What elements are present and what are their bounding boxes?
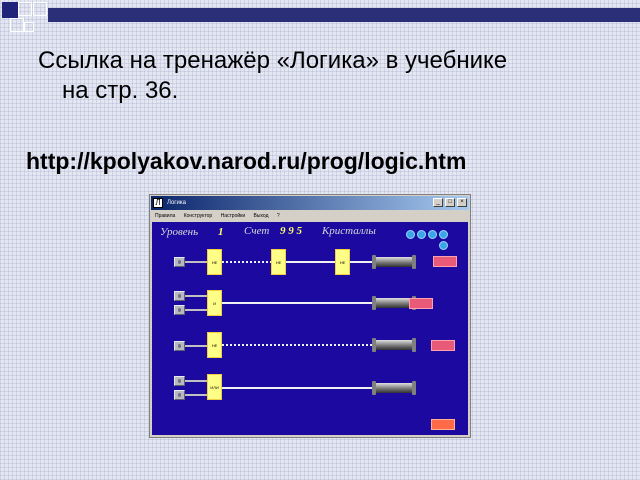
lamp-connector bbox=[372, 338, 416, 352]
deco-square-outline bbox=[33, 2, 47, 16]
input-switch[interactable] bbox=[174, 257, 185, 267]
level-label: Уровень bbox=[160, 226, 199, 238]
wire bbox=[286, 261, 335, 263]
slide-bullet-text: Ссылка на тренажёр «Логика» в учебнике н… bbox=[38, 46, 628, 106]
gate-not[interactable]: НЕ bbox=[271, 249, 286, 275]
maximize-button[interactable]: □ bbox=[445, 198, 455, 207]
bullet-line-2: на стр. 36. bbox=[62, 77, 179, 104]
window-titlebar: Л Логика _ □ × bbox=[151, 196, 469, 210]
input-cable bbox=[185, 345, 207, 347]
crystal-icon bbox=[439, 230, 448, 239]
gate-or[interactable]: ИЛИ bbox=[207, 374, 222, 400]
input-switch[interactable] bbox=[174, 376, 185, 386]
title-bar-stripe bbox=[48, 8, 640, 22]
bullet-line-1: Ссылка на тренажёр «Логика» в учебнике bbox=[38, 47, 508, 74]
output-lamp bbox=[433, 256, 457, 267]
deco-square-dark bbox=[2, 2, 18, 18]
crystals-label: Кристаллы bbox=[322, 225, 376, 237]
deco-square-outline bbox=[18, 2, 32, 16]
crystal-icon bbox=[406, 230, 415, 239]
lamp-connector bbox=[372, 255, 416, 269]
menubar: Правила Конструктор Настройки Выход ? bbox=[151, 211, 469, 221]
score-value: 9 9 5 bbox=[280, 225, 302, 237]
crystal-icon bbox=[439, 241, 448, 250]
check-button[interactable] bbox=[431, 419, 455, 430]
crystal-icon bbox=[428, 230, 437, 239]
gate-not[interactable]: НЕ bbox=[207, 249, 222, 275]
wire bbox=[222, 387, 374, 389]
menu-help[interactable]: ? bbox=[277, 213, 280, 219]
wire bbox=[350, 261, 374, 263]
input-switch[interactable] bbox=[174, 341, 185, 351]
input-switch[interactable] bbox=[174, 305, 185, 315]
game-area: Уровень 1 Счет 9 9 5 Кристаллы НЕ НЕ НЕ … bbox=[152, 222, 468, 435]
window-title: Логика bbox=[167, 200, 186, 206]
wire-dotted bbox=[222, 344, 374, 346]
input-cable bbox=[185, 394, 207, 396]
close-button[interactable]: × bbox=[457, 198, 467, 207]
wire bbox=[222, 302, 374, 304]
input-cable bbox=[185, 380, 207, 382]
input-switch[interactable] bbox=[174, 390, 185, 400]
level-value: 1 bbox=[218, 226, 224, 238]
menu-constructor[interactable]: Конструктор bbox=[184, 213, 213, 219]
lamp-connector bbox=[372, 296, 416, 310]
menu-exit[interactable]: Выход bbox=[254, 213, 269, 219]
output-lamp bbox=[431, 340, 455, 351]
gate-not[interactable]: НЕ bbox=[207, 332, 222, 358]
score-label: Счет bbox=[244, 225, 270, 237]
lamp-connector bbox=[372, 381, 416, 395]
output-lamp bbox=[409, 298, 433, 309]
app-icon: Л bbox=[153, 198, 163, 208]
crystal-icon bbox=[417, 230, 426, 239]
deco-square-outline bbox=[24, 22, 34, 32]
url-link[interactable]: http://kpolyakov.narod.ru/prog/logic.htm bbox=[26, 148, 466, 175]
input-cable bbox=[185, 261, 207, 263]
wire-dotted bbox=[222, 261, 271, 263]
menu-settings[interactable]: Настройки bbox=[221, 213, 246, 219]
input-cable bbox=[185, 309, 207, 311]
minimize-button[interactable]: _ bbox=[433, 198, 443, 207]
deco-square-outline bbox=[10, 18, 24, 32]
gate-not[interactable]: НЕ bbox=[335, 249, 350, 275]
app-screenshot: Л Логика _ □ × Правила Конструктор Настр… bbox=[149, 194, 471, 438]
menu-rules[interactable]: Правила bbox=[155, 213, 175, 219]
input-switch[interactable] bbox=[174, 291, 185, 301]
gate-and[interactable]: И bbox=[207, 290, 222, 316]
input-cable bbox=[185, 295, 207, 297]
